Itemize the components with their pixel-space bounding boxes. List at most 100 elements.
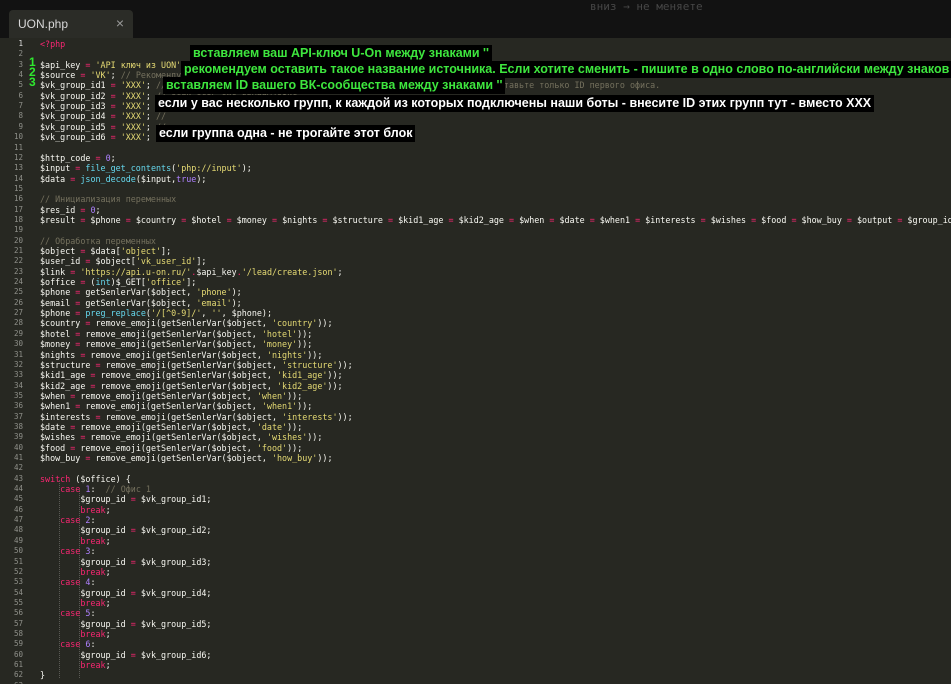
code-line[interactable]: 48 $group_id = $vk_group_id2; bbox=[0, 525, 951, 535]
code-editor[interactable]: 1<?php23$api_key = 'API ключ из UON'; //… bbox=[0, 38, 951, 684]
code-line[interactable]: 22 $user_id = $object['vk_user_id']; bbox=[0, 256, 951, 266]
line-number: 22 bbox=[13, 256, 23, 266]
code-line[interactable]: 13 $input = file_get_contents('php://inpu… bbox=[0, 163, 951, 173]
tab-uon-php[interactable]: UON.php × bbox=[9, 10, 133, 38]
token-code-text: $date bbox=[40, 421, 71, 432]
code-line[interactable]: 11 bbox=[0, 143, 951, 153]
token-code-text: $food bbox=[756, 214, 792, 225]
line-number: 13 bbox=[13, 163, 23, 173]
token-code-text: $vk_group_id5 bbox=[40, 121, 111, 132]
code-content: $data = json_decode($input,true); bbox=[40, 174, 206, 184]
token-code-text: ; bbox=[145, 80, 156, 91]
code-line[interactable]: 23 $link = 'https://api.u-on.ru/'.$api_ke… bbox=[0, 267, 951, 277]
code-line[interactable]: 36 $when1 = remove_emoji(getSenlerVar($ob… bbox=[0, 401, 951, 411]
code-line[interactable]: 16 // Инициализация переменных bbox=[0, 194, 951, 204]
code-line[interactable]: 47 case 2: bbox=[0, 515, 951, 525]
token-string: 'wishes' bbox=[266, 432, 308, 443]
code-line[interactable]: 54 $group_id = $vk_group_id4; bbox=[0, 588, 951, 598]
line-number: 2 bbox=[18, 49, 23, 59]
token-code-text: ; bbox=[145, 132, 156, 143]
token-string: 'email' bbox=[196, 297, 232, 308]
code-line[interactable]: 9 $vk_group_id5 = 'XXX'; // bbox=[0, 122, 951, 132]
token-code-text: $phone bbox=[85, 214, 126, 225]
token-string: 'XXX' bbox=[120, 80, 146, 91]
code-line[interactable]: 50 case 3: bbox=[0, 546, 951, 556]
code-line[interactable]: 33 $kid1_age = remove_emoji(getSenlerVar(… bbox=[0, 370, 951, 380]
code-content: $group_id = $vk_group_id4; bbox=[40, 588, 211, 598]
code-line[interactable]: 44 case 1: // Офис 1 bbox=[0, 484, 951, 494]
token-code-text: $office bbox=[40, 277, 81, 288]
code-line[interactable]: 19 bbox=[0, 225, 951, 235]
code-line[interactable]: 21 $object = $data['object']; bbox=[0, 246, 951, 256]
code-line[interactable]: 46 break; bbox=[0, 505, 951, 515]
token-code-text: $phone bbox=[40, 308, 76, 319]
code-content: break; bbox=[40, 598, 110, 608]
code-line[interactable]: 43 switch ($office) { bbox=[0, 474, 951, 484]
code-line[interactable]: 49 break; bbox=[0, 536, 951, 546]
line-number: 34 bbox=[13, 380, 23, 390]
code-line[interactable]: 34 $kid2_age = remove_emoji(getSenlerVar(… bbox=[0, 381, 951, 391]
token-keyword: case bbox=[60, 639, 81, 650]
token-comment: // Офис 1 bbox=[105, 484, 151, 495]
code-line[interactable]: 17 $res_id = 0; bbox=[0, 205, 951, 215]
code-line[interactable]: 14 $data = json_decode($input,true); bbox=[0, 174, 951, 184]
line-number: 23 bbox=[13, 266, 23, 276]
line-number: 41 bbox=[13, 453, 23, 462]
code-content: $date = remove_emoji(getSenlerVar($objec… bbox=[40, 422, 302, 432]
code-line[interactable]: 55 break; bbox=[0, 598, 951, 608]
code-content: $http_code = 0; bbox=[40, 153, 116, 163]
code-line[interactable]: 8 $vk_group_id4 = 'XXX'; // bbox=[0, 111, 951, 121]
code-line[interactable]: 58 break; bbox=[0, 629, 951, 639]
code-line[interactable]: 31 $nights = remove_emoji(getSenlerVar($o… bbox=[0, 350, 951, 360]
code-line[interactable]: 42 bbox=[0, 463, 951, 473]
code-line[interactable]: 25 $phone = getSenlerVar($object, 'phone'… bbox=[0, 287, 951, 297]
token-code-text: ); bbox=[241, 163, 252, 174]
code-line[interactable]: 26 $email = getSenlerVar($object, 'email'… bbox=[0, 298, 951, 308]
line-number: 4 bbox=[18, 70, 23, 80]
code-line[interactable]: 27 $phone = preg_replace('/[^0-9]/', '', … bbox=[0, 308, 951, 318]
code-line[interactable]: 52 break; bbox=[0, 567, 951, 577]
code-content: $phone = preg_replace('/[^0-9]/', '', $p… bbox=[40, 308, 272, 318]
code-content: case 4: bbox=[40, 577, 95, 587]
code-line[interactable]: 32 $structure = remove_emoji(getSenlerVar… bbox=[0, 360, 951, 370]
code-line[interactable]: 51 $group_id = $vk_group_id3; bbox=[0, 557, 951, 567]
line-number: 7 bbox=[18, 101, 23, 111]
code-content: $vk_group_id6 = 'XXX'; // bbox=[40, 132, 166, 142]
token-code-text: $date bbox=[554, 214, 590, 225]
code-line[interactable]: 10 $vk_group_id6 = 'XXX'; // bbox=[0, 132, 951, 142]
code-content: $group_id = $vk_group_id5; bbox=[40, 619, 211, 629]
code-line[interactable]: 24 $office = (int)$_GET['office']; bbox=[0, 277, 951, 287]
code-line[interactable]: 35 $when = remove_emoji(getSenlerVar($obj… bbox=[0, 391, 951, 401]
token-code-text: $kid2_age bbox=[40, 380, 91, 391]
code-content: $when1 = remove_emoji(getSenlerVar($obje… bbox=[40, 401, 312, 411]
token-code-text: )); bbox=[297, 401, 313, 412]
code-line[interactable]: 38 $date = remove_emoji(getSenlerVar($obj… bbox=[0, 422, 951, 432]
code-line[interactable]: 45 $group_id = $vk_group_id1; bbox=[0, 494, 951, 504]
code-line[interactable]: 62} bbox=[0, 670, 951, 680]
code-line[interactable]: 60 $group_id = $vk_group_id6; bbox=[0, 650, 951, 660]
code-line[interactable]: 20 // Обработка переменных bbox=[0, 236, 951, 246]
code-line[interactable]: 41 $how_buy = remove_emoji(getSenlerVar($… bbox=[0, 453, 951, 463]
code-line[interactable]: 29 $hotel = remove_emoji(getSenlerVar($ob… bbox=[0, 329, 951, 339]
code-line[interactable]: 18 $result = $phone = $country = $hotel =… bbox=[0, 215, 951, 225]
token-string: 'XXX' bbox=[120, 132, 146, 143]
code-line[interactable]: 57 $group_id = $vk_group_id5; bbox=[0, 619, 951, 629]
token-code-text: ( bbox=[85, 277, 96, 288]
code-line[interactable]: 15 bbox=[0, 184, 951, 194]
token-code-text: )); bbox=[327, 380, 343, 391]
code-line[interactable]: 39 $wishes = remove_emoji(getSenlerVar($o… bbox=[0, 432, 951, 442]
code-content: $res_id = 0; bbox=[40, 205, 101, 215]
code-line[interactable]: 37 $interests = remove_emoji(getSenlerVar… bbox=[0, 412, 951, 422]
code-line[interactable]: 61 break; bbox=[0, 660, 951, 670]
code-line[interactable]: 28 $country = remove_emoji(getSenlerVar($… bbox=[0, 318, 951, 328]
code-line[interactable]: 59 case 6: bbox=[0, 639, 951, 649]
code-content: $group_id = $vk_group_id3; bbox=[40, 557, 211, 567]
code-content: $result = $phone = $country = $hotel = $… bbox=[40, 215, 951, 225]
code-line[interactable]: 56 case 5: bbox=[0, 608, 951, 618]
close-icon[interactable]: × bbox=[116, 15, 124, 31]
line-number: 39 bbox=[13, 432, 23, 442]
code-line[interactable]: 12 $http_code = 0; bbox=[0, 153, 951, 163]
code-line[interactable]: 30 $money = remove_emoji(getSenlerVar($ob… bbox=[0, 339, 951, 349]
code-line[interactable]: 40 $food = remove_emoji(getSenlerVar($obj… bbox=[0, 443, 951, 453]
code-line[interactable]: 53 case 4: bbox=[0, 577, 951, 587]
